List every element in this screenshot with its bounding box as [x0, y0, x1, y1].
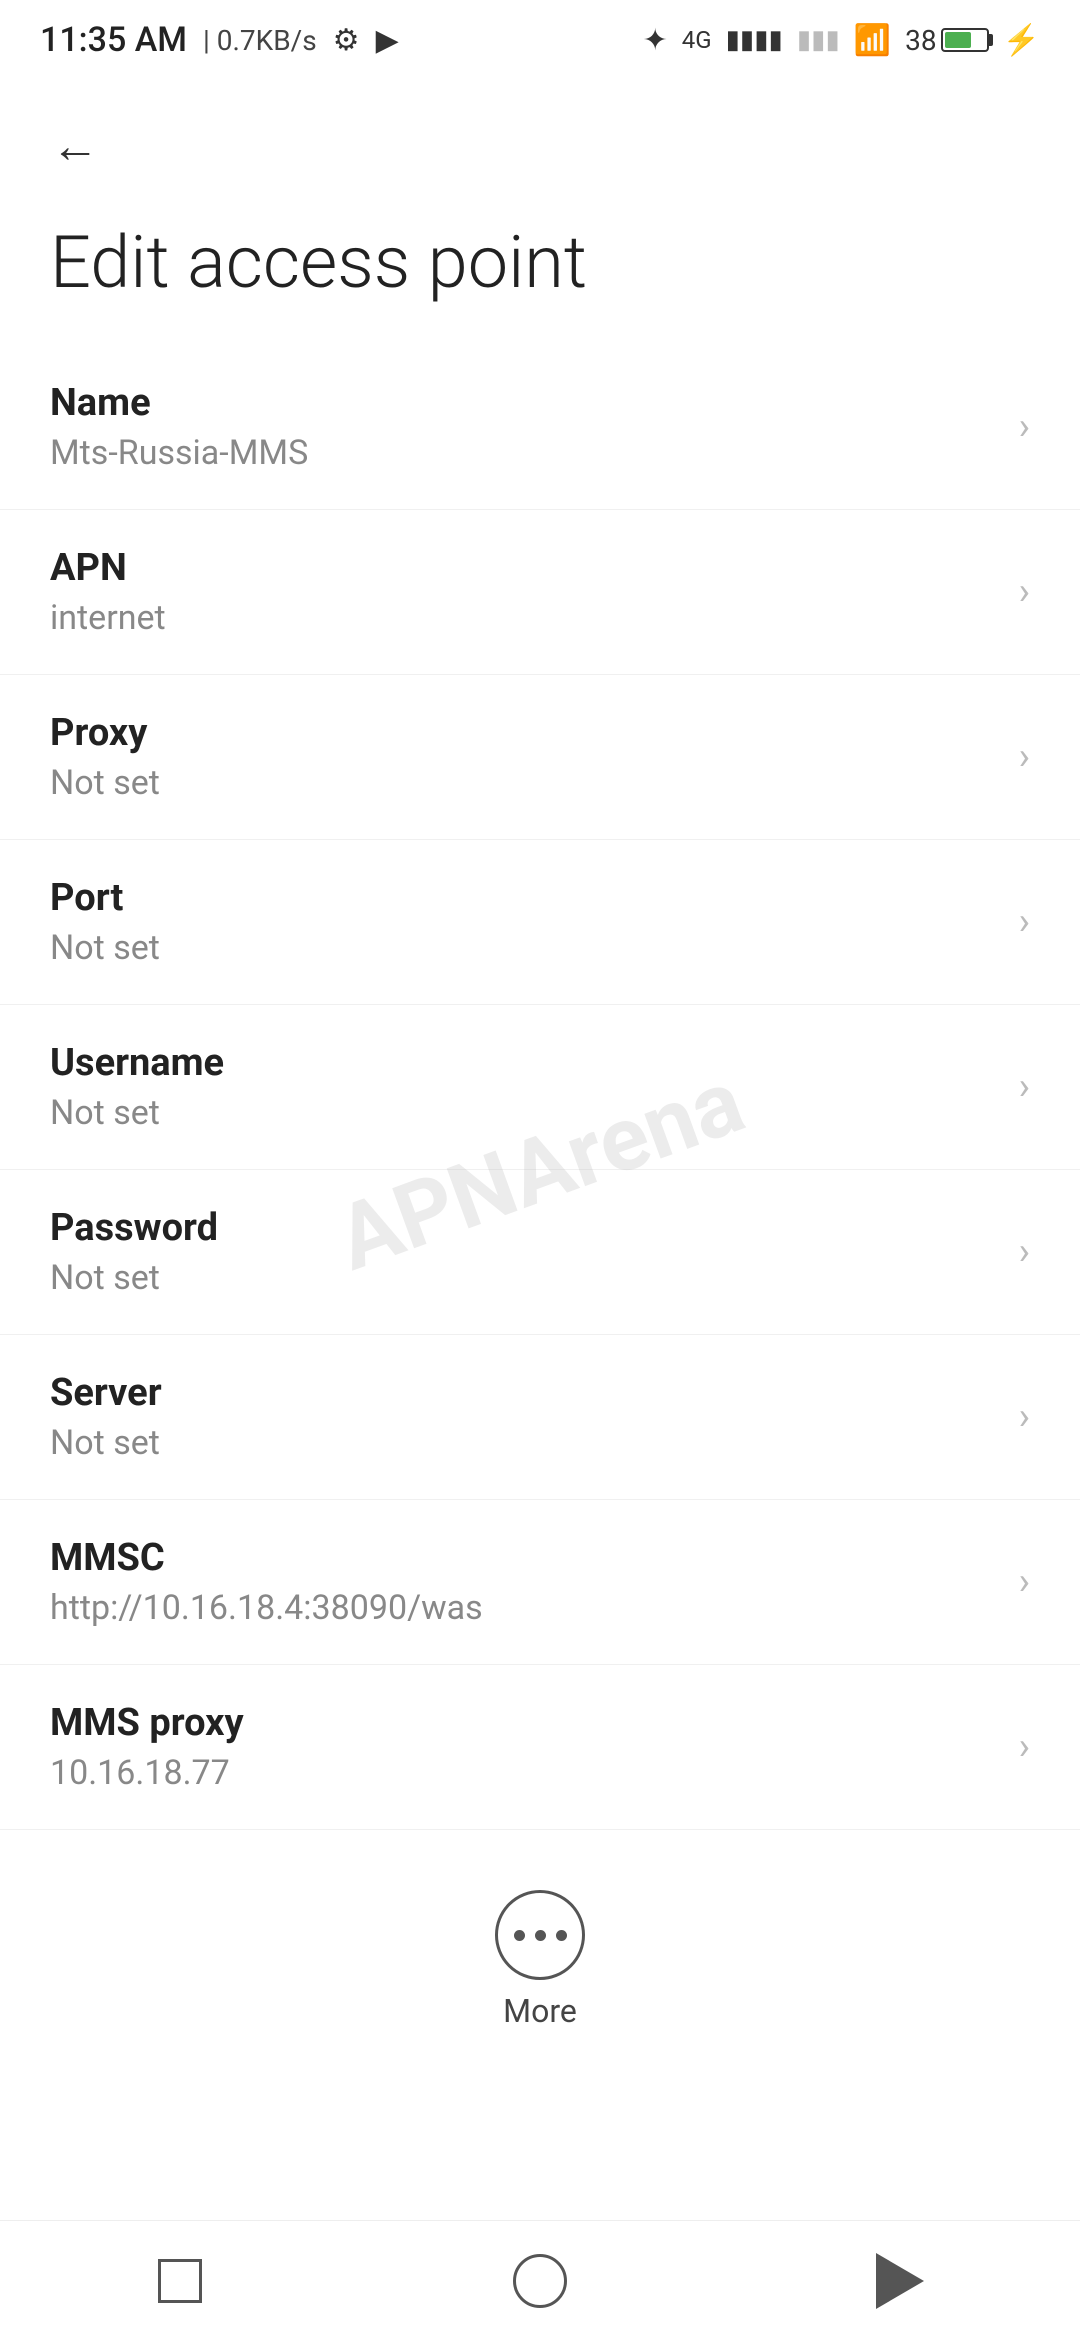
status-bar: 11:35 AM | 0.7KB/s ⚙ ▶ ✦ 4G ▮▮▮▮ ▮▮▮ 📶 3… — [0, 0, 1080, 80]
settings-list: Name Mts-Russia-MMS › APN internet › Pro… — [0, 345, 1080, 1830]
chevron-right-icon: › — [1019, 570, 1030, 614]
more-button-container: More — [0, 1850, 1080, 2070]
settings-item-content: Proxy Not set — [50, 711, 999, 803]
chevron-right-icon: › — [1019, 900, 1030, 944]
back-button[interactable]: ← — [40, 110, 110, 180]
chevron-right-icon: › — [1019, 1230, 1030, 1274]
page-title: Edit access point — [0, 190, 1080, 345]
settings-item-content: Name Mts-Russia-MMS — [50, 381, 999, 473]
settings-item-label: Proxy — [50, 711, 999, 755]
battery-indicator: 38 — [905, 24, 988, 57]
settings-icon: ⚙ — [333, 23, 360, 58]
home-icon — [513, 2254, 567, 2308]
settings-item-mmsc[interactable]: MMSC http://10.16.18.4:38090/was › — [0, 1500, 1080, 1665]
signal2-icon: ▮▮▮ — [797, 25, 840, 55]
settings-item-value: Not set — [50, 763, 999, 803]
recents-icon — [158, 2259, 202, 2303]
settings-item-proxy[interactable]: Proxy Not set › — [0, 675, 1080, 840]
status-right: ✦ 4G ▮▮▮▮ ▮▮▮ 📶 38 ⚡ — [643, 23, 1040, 58]
settings-item-label: Name — [50, 381, 999, 425]
settings-item-value: Not set — [50, 1258, 999, 1298]
bluetooth-icon: ✦ — [643, 23, 668, 58]
top-bar: ← — [0, 80, 1080, 190]
settings-item-mms-proxy[interactable]: MMS proxy 10.16.18.77 › — [0, 1665, 1080, 1830]
settings-item-password[interactable]: Password Not set › — [0, 1170, 1080, 1335]
settings-item-label: Port — [50, 876, 999, 920]
signal-icon: ▮▮▮▮ — [726, 25, 783, 55]
charging-icon: ⚡ — [1003, 23, 1040, 58]
settings-item-value: http://10.16.18.4:38090/was — [50, 1588, 999, 1628]
settings-item-port[interactable]: Port Not set › — [0, 840, 1080, 1005]
chevron-right-icon: › — [1019, 1560, 1030, 1604]
chevron-right-icon: › — [1019, 405, 1030, 449]
bottom-nav — [0, 2220, 1080, 2340]
more-label: More — [503, 1992, 577, 2030]
settings-item-content: Username Not set — [50, 1041, 999, 1133]
chevron-right-icon: › — [1019, 1395, 1030, 1439]
settings-item-label: Username — [50, 1041, 999, 1085]
chevron-right-icon: › — [1019, 735, 1030, 779]
settings-item-name[interactable]: Name Mts-Russia-MMS › — [0, 345, 1080, 510]
settings-item-label: Server — [50, 1371, 999, 1415]
chevron-right-icon: › — [1019, 1725, 1030, 1769]
settings-item-label: MMS proxy — [50, 1701, 999, 1745]
settings-item-content: MMS proxy 10.16.18.77 — [50, 1701, 999, 1793]
settings-item-content: MMSC http://10.16.18.4:38090/was — [50, 1536, 999, 1628]
settings-item-label: MMSC — [50, 1536, 999, 1580]
nav-home-button[interactable] — [490, 2231, 590, 2331]
settings-item-label: APN — [50, 546, 999, 590]
more-button[interactable] — [495, 1890, 585, 1980]
settings-item-label: Password — [50, 1206, 999, 1250]
settings-item-value: 10.16.18.77 — [50, 1753, 999, 1793]
settings-item-content: Password Not set — [50, 1206, 999, 1298]
settings-item-content: Server Not set — [50, 1371, 999, 1463]
settings-item-username[interactable]: Username Not set › — [0, 1005, 1080, 1170]
wifi-icon: 📶 — [854, 23, 891, 58]
status-time: 11:35 AM — [40, 20, 187, 60]
settings-item-apn[interactable]: APN internet › — [0, 510, 1080, 675]
settings-item-value: Not set — [50, 1093, 999, 1133]
status-left: 11:35 AM | 0.7KB/s ⚙ ▶ — [40, 20, 399, 60]
network-4g-icon: 4G — [682, 26, 712, 54]
settings-item-value: Not set — [50, 1423, 999, 1463]
settings-item-value: Not set — [50, 928, 999, 968]
settings-item-content: APN internet — [50, 546, 999, 638]
back-nav-icon — [876, 2253, 924, 2309]
nav-recents-button[interactable] — [130, 2231, 230, 2331]
camera-icon: ▶ — [376, 23, 399, 58]
more-dots-icon — [514, 1930, 567, 1941]
chevron-right-icon: › — [1019, 1065, 1030, 1109]
settings-item-server[interactable]: Server Not set › — [0, 1335, 1080, 1500]
nav-back-button[interactable] — [850, 2231, 950, 2331]
settings-item-value: internet — [50, 598, 999, 638]
status-speed: | 0.7KB/s — [203, 24, 317, 57]
settings-item-content: Port Not set — [50, 876, 999, 968]
back-arrow-icon: ← — [51, 117, 99, 174]
settings-item-value: Mts-Russia-MMS — [50, 433, 999, 473]
